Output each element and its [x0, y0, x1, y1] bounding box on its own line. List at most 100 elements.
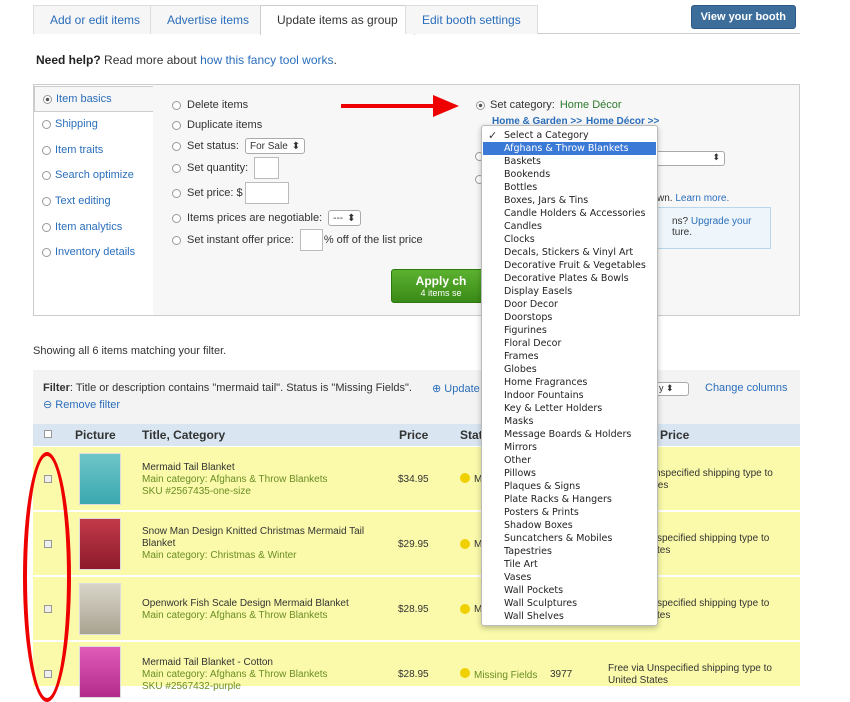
change-columns-link[interactable]: Change columns [705, 382, 788, 394]
sidebar-item-inventory[interactable]: Inventory details [42, 246, 135, 258]
dropdown-option[interactable]: Boxes, Jars & Tins [483, 194, 656, 207]
dropdown-option[interactable]: Candles [483, 220, 656, 233]
table-row[interactable]: Mermaid Tail Blanket Main category: Afgha… [33, 446, 800, 510]
filter-bar: Filter: Title or description contains "m… [33, 370, 800, 424]
item-thumbnail[interactable] [79, 583, 121, 635]
view-booth-button[interactable]: View your booth [690, 5, 796, 29]
item-price: $34.95 [398, 474, 429, 485]
dropdown-option[interactable]: Frames [483, 350, 656, 363]
dropdown-option[interactable]: Globes [483, 363, 656, 376]
dropdown-option[interactable]: Message Boards & Holders [483, 428, 656, 441]
red-arrow-annotation [341, 95, 459, 117]
dropdown-option[interactable]: Bookends [483, 168, 656, 181]
dropdown-option[interactable]: Floral Decor [483, 337, 656, 350]
option-quantity[interactable]: Set quantity: [172, 157, 280, 179]
dropdown-option[interactable]: Display Easels [483, 285, 656, 298]
dropdown-option[interactable]: Suncatchers & Mobiles [483, 532, 656, 545]
category-dropdown[interactable]: Select a Category ✓ Afghans & Throw Blanke… [481, 125, 658, 626]
price-input[interactable] [244, 182, 289, 204]
dropdown-option[interactable]: Wall Shelves [483, 610, 656, 623]
dropdown-option[interactable]: Home Fragrances [483, 376, 656, 389]
quantity-input[interactable] [254, 157, 280, 179]
dropdown-option[interactable]: Other [483, 454, 656, 467]
col-status[interactable]: Stat [460, 428, 483, 442]
instant-offer-input[interactable] [299, 229, 323, 251]
option-set-category[interactable]: Set category: Home Décor [476, 99, 622, 111]
col-price[interactable]: Price [399, 428, 428, 442]
col-picture[interactable]: Picture [75, 428, 116, 442]
help-link[interactable]: how this fancy tool works [200, 53, 333, 67]
sidebar-item-shipping[interactable]: Shipping [42, 118, 98, 130]
dropdown-option[interactable]: Figurines [483, 324, 656, 337]
option-duplicate[interactable]: Duplicate items [172, 119, 262, 131]
category-select[interactable]: ⬍ [651, 151, 725, 166]
item-title[interactable]: Snow Man Design Knitted Christmas Mermai… [142, 526, 364, 562]
dropdown-option[interactable]: Door Decor [483, 298, 656, 311]
sidebar-item-search[interactable]: Search optimize [42, 169, 134, 181]
sort-select[interactable]: y ⬍ [655, 382, 689, 396]
dropdown-option[interactable]: Plaques & Signs [483, 480, 656, 493]
red-ellipse-annotation [23, 452, 71, 702]
sidebar-item-analytics[interactable]: Item analytics [42, 221, 122, 233]
dropdown-option[interactable]: Masks [483, 415, 656, 428]
tab-add-edit[interactable]: Add or edit items [33, 5, 158, 34]
dropdown-option[interactable]: Decorative Plates & Bowls [483, 272, 656, 285]
dropdown-option[interactable]: Clocks [483, 233, 656, 246]
option-delete[interactable]: Delete items [172, 99, 248, 111]
sidebar-item-basics[interactable]: Item basics [34, 86, 153, 112]
option-price[interactable]: Set price: $ [172, 182, 289, 204]
dropdown-option[interactable]: Tapestries [483, 545, 656, 558]
table-row[interactable]: Snow Man Design Knitted Christmas Mermai… [33, 511, 800, 575]
item-title[interactable]: Mermaid Tail Blanket Main category: Afgha… [142, 462, 327, 498]
dropdown-option[interactable]: Candle Holders & Accessories [483, 207, 656, 220]
option-instant-offer[interactable]: Set instant offer price:% off of the lis… [172, 229, 423, 251]
item-title[interactable]: Openwork Fish Scale Design Mermaid Blank… [142, 598, 349, 622]
sidebar-item-text[interactable]: Text editing [42, 195, 111, 207]
status-select[interactable]: For Sale ⬍ [244, 138, 306, 154]
dropdown-option[interactable]: Indoor Fountains [483, 389, 656, 402]
item-shipping: nspecified shipping type to tes [655, 468, 773, 491]
dropdown-option[interactable]: Vases [483, 571, 656, 584]
dropdown-option-placeholder[interactable]: Select a Category [483, 129, 656, 142]
dropdown-option[interactable]: Shadow Boxes [483, 519, 656, 532]
option-negotiable[interactable]: Items prices are negotiable: --- ⬍ [172, 210, 361, 226]
dropdown-option[interactable]: Afghans & Throw Blankets [483, 142, 656, 155]
dropdown-option[interactable]: Posters & Prints [483, 506, 656, 519]
negotiable-select[interactable]: --- ⬍ [328, 210, 361, 226]
dropdown-option[interactable]: Baskets [483, 155, 656, 168]
update-link[interactable]: ⊕ Update [432, 382, 480, 395]
tab-booth-settings[interactable]: Edit booth settings [405, 5, 538, 34]
apply-changes-button[interactable]: Apply ch 4 items se [391, 269, 491, 303]
learn-more-link[interactable]: Learn more. [675, 193, 729, 204]
col-shipping-price[interactable]: Price [660, 428, 689, 442]
dropdown-option[interactable]: Plate Racks & Hangers [483, 493, 656, 506]
sidebar: Item basics Shipping Item traits Search … [34, 85, 153, 315]
table-row[interactable]: Openwork Fish Scale Design Mermaid Blank… [33, 576, 800, 640]
radio-icon [42, 196, 51, 206]
dropdown-option[interactable]: Decorative Fruit & Vegetables [483, 259, 656, 272]
radio-icon [476, 100, 485, 110]
dropdown-option[interactable]: Decals, Stickers & Vinyl Art [483, 246, 656, 259]
dropdown-option[interactable]: Wall Sculptures [483, 597, 656, 610]
dropdown-option[interactable]: Pillows [483, 467, 656, 480]
item-thumbnail[interactable] [79, 453, 121, 505]
col-title[interactable]: Title, Category [142, 428, 225, 442]
status-dot-icon [460, 473, 470, 483]
upgrade-link[interactable]: Upgrade your [691, 216, 752, 227]
dropdown-option[interactable]: Mirrors [483, 441, 656, 454]
item-thumbnail[interactable] [79, 646, 121, 698]
select-all-checkbox[interactable] [44, 430, 52, 438]
dropdown-option[interactable]: Wall Pockets [483, 584, 656, 597]
item-thumbnail[interactable] [79, 518, 121, 570]
tab-advertise[interactable]: Advertise items [150, 5, 267, 34]
option-status[interactable]: Set status: For Sale ⬍ [172, 138, 306, 154]
sidebar-item-traits[interactable]: Item traits [42, 144, 103, 156]
dropdown-option[interactable]: Bottles [483, 181, 656, 194]
dropdown-option[interactable]: Tile Art [483, 558, 656, 571]
remove-filter-link[interactable]: ⊖ Remove filter [43, 398, 120, 411]
tab-update-group[interactable]: Update items as group [260, 5, 415, 35]
dropdown-option[interactable]: Key & Letter Holders [483, 402, 656, 415]
table-row[interactable]: Mermaid Tail Blanket - Cotton Main catego… [33, 641, 800, 698]
item-title[interactable]: Mermaid Tail Blanket - Cotton Main catego… [142, 657, 327, 693]
dropdown-option[interactable]: Doorstops [483, 311, 656, 324]
